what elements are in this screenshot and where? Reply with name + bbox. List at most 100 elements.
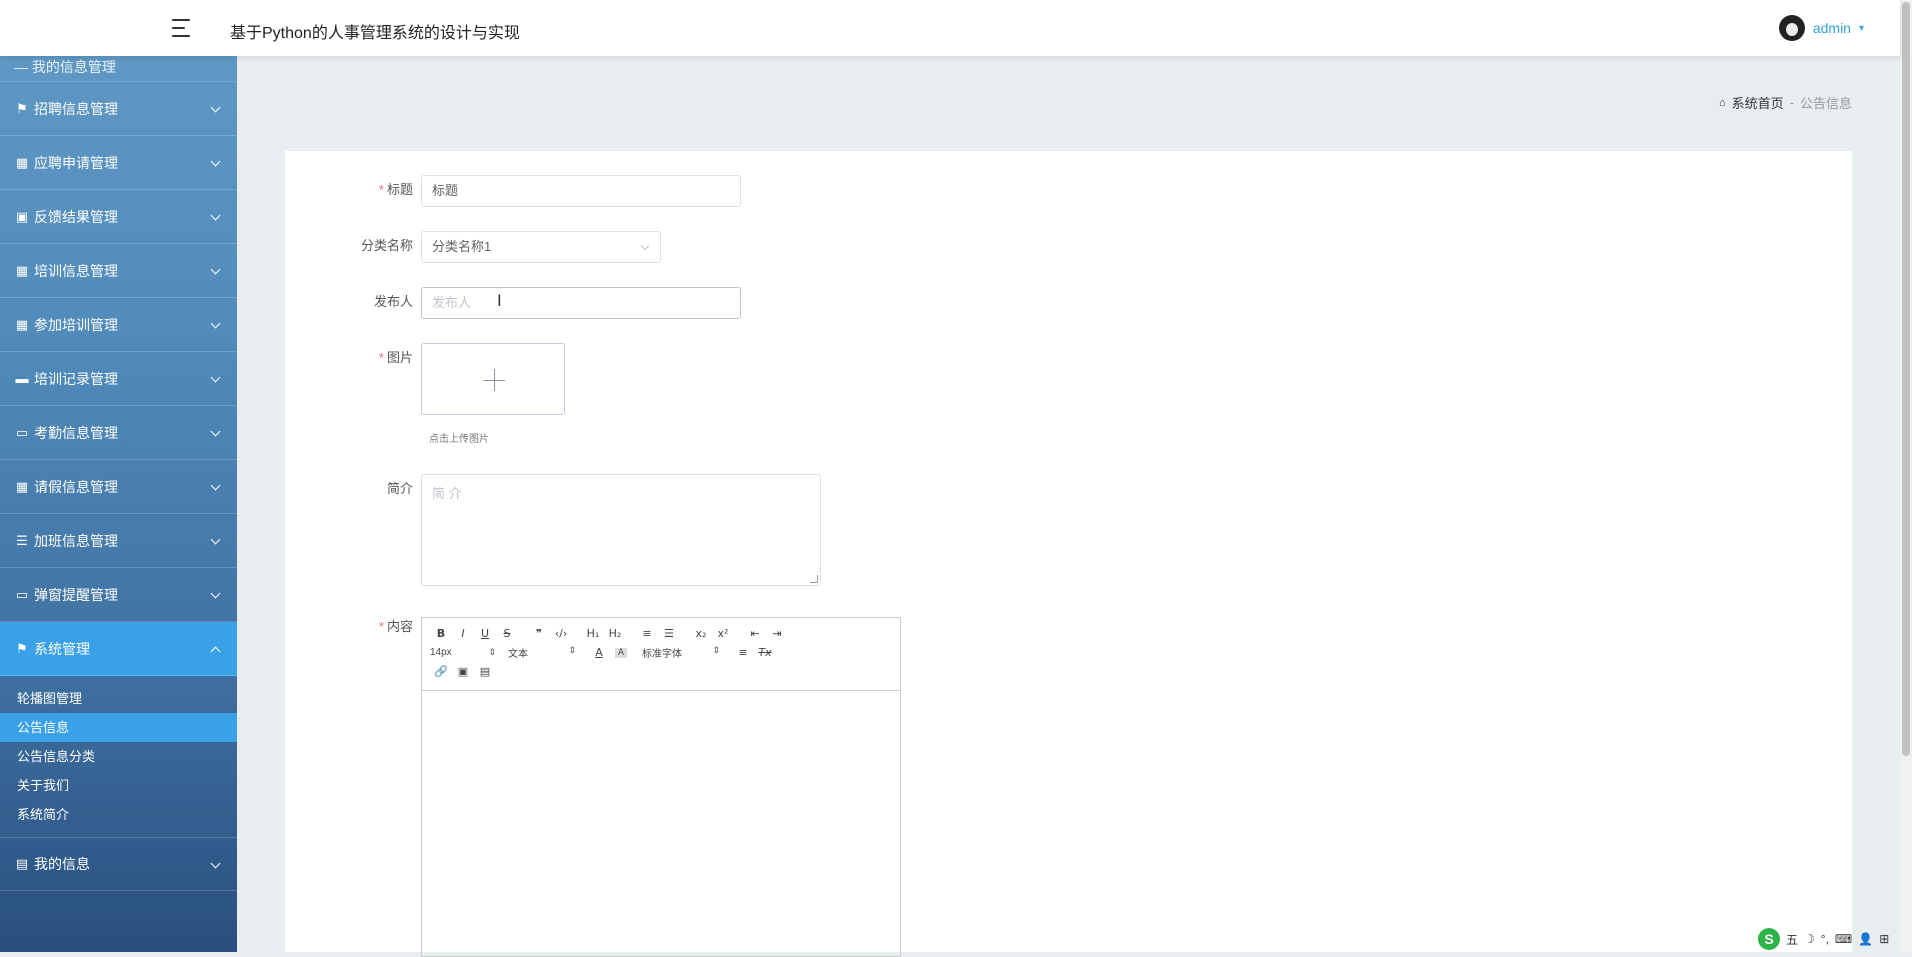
ime-mode[interactable]: 五	[1786, 931, 1798, 948]
person-icon[interactable]: 👤	[1858, 932, 1873, 946]
grid-icon[interactable]: ⊞	[1879, 932, 1889, 946]
link-button[interactable]: 🔗	[430, 665, 452, 678]
text-cursor-icon: I	[497, 291, 502, 310]
app-title: 基于Python的人事管理系统的设计与实现	[230, 19, 520, 43]
video-button[interactable]: ▤	[474, 665, 496, 678]
required-mark: *	[379, 350, 384, 365]
sidebar-item-9[interactable]: ▭弹窗提醒管理	[0, 568, 237, 622]
chevron-down-icon	[211, 427, 221, 437]
breadcrumb-separator: -	[1790, 95, 1794, 110]
grid-icon: ▦	[14, 317, 30, 333]
plus-icon-vertical	[494, 369, 495, 391]
h2-button[interactable]: H₂	[604, 627, 626, 640]
publisher-input[interactable]: 发布人	[421, 287, 741, 319]
sidebar-item-0[interactable]: ⚑招聘信息管理	[0, 82, 237, 136]
form-row-content: *内容 BIUS❞‹/›H₁H₂≡☰x₂x²⇤⇥ 14px 文本 A A 标准字…	[285, 617, 901, 957]
sidebar-subitem-notice-category[interactable]: 公告信息分类	[0, 742, 237, 771]
keyboard-icon[interactable]: ⌨	[1835, 932, 1852, 946]
moon-icon[interactable]: ☽	[1804, 932, 1815, 946]
intro-textarea[interactable]: 简 介	[421, 474, 821, 586]
image-label-text: 图片	[387, 350, 413, 365]
sidebar-subitem-notice[interactable]: 公告信息	[0, 713, 237, 742]
grid-icon: ▦	[14, 155, 30, 171]
sidebar-item-my-info[interactable]: ▤ 我的信息	[0, 837, 237, 891]
sidebar-item-label: 我的信息	[34, 854, 90, 874]
code-block-button[interactable]: ‹/›	[550, 627, 572, 640]
editor-content-area[interactable]	[422, 691, 900, 956]
superscript-button[interactable]: x²	[712, 627, 734, 640]
comment-icon: ▬	[14, 371, 30, 386]
sidebar-item-7[interactable]: ▦请假信息管理	[0, 460, 237, 514]
underline-button[interactable]: U	[474, 627, 496, 640]
sidebar-submenu: 轮播图管理 公告信息 公告信息分类 关于我们 系统简介	[0, 676, 237, 837]
chevron-down-icon	[211, 481, 221, 491]
chevron-down-icon	[211, 319, 221, 329]
sidebar-subitem-intro[interactable]: 系统简介	[0, 800, 237, 829]
sidebar-item-system[interactable]: ⚑ 系统管理	[0, 622, 237, 676]
punctuation-icon[interactable]: °,	[1821, 932, 1829, 946]
strike-button[interactable]: S	[496, 627, 518, 640]
sidebar-item-3[interactable]: ▦培训信息管理	[0, 244, 237, 298]
sidebar-item-5[interactable]: ▬培训记录管理	[0, 352, 237, 406]
ime-logo-icon[interactable]: S	[1758, 928, 1780, 950]
clean-format-button[interactable]: Tx	[754, 646, 776, 659]
menu-toggle-icon[interactable]	[170, 16, 194, 40]
sidebar-item-label: 请假信息管理	[34, 477, 118, 497]
resize-grip-icon[interactable]	[810, 575, 818, 583]
form-row-title: *标题 标题	[285, 175, 741, 207]
chevron-down-icon	[211, 535, 221, 545]
italic-button[interactable]: I	[452, 627, 474, 640]
form-row-intro: 简介 简 介	[285, 474, 821, 586]
text-color-button[interactable]: A	[588, 646, 610, 659]
sidebar-subitem-about[interactable]: 关于我们	[0, 771, 237, 800]
ordered-list-button[interactable]: ≡	[636, 627, 658, 640]
image-button[interactable]: ▣	[452, 665, 474, 678]
page-scrollbar[interactable]	[1900, 0, 1912, 952]
rich-text-editor: BIUS❞‹/›H₁H₂≡☰x₂x²⇤⇥ 14px 文本 A A 标准字体 ≡ …	[421, 617, 901, 957]
outdent-button[interactable]: ⇤	[744, 627, 766, 640]
user-name[interactable]: admin	[1813, 20, 1851, 36]
chevron-down-icon	[211, 103, 221, 113]
sidebar-item-label: 考勤信息管理	[34, 423, 118, 443]
header-select[interactable]: 文本	[508, 645, 576, 660]
title-label-text: 标题	[387, 182, 413, 197]
title-input[interactable]: 标题	[421, 175, 741, 207]
sidebar-subitem-carousel[interactable]: 轮播图管理	[0, 684, 237, 713]
sidebar-item-8[interactable]: ☰加班信息管理	[0, 514, 237, 568]
home-icon[interactable]: ⌂	[1719, 97, 1726, 109]
image-upload[interactable]	[421, 343, 565, 415]
user-menu[interactable]: admin ▾	[1779, 15, 1864, 41]
subscript-button[interactable]: x₂	[690, 627, 712, 640]
align-button[interactable]: ≡	[732, 646, 754, 659]
sidebar-item-cut[interactable]: — 我的信息管理	[0, 56, 237, 82]
category-select-value: 分类名称1	[432, 239, 491, 254]
h1-button[interactable]: H₁	[582, 627, 604, 640]
toolbar-row-selects: 14px 文本 A A 标准字体 ≡ Tx	[430, 643, 892, 662]
chevron-down-icon	[211, 211, 221, 221]
bullet-list-button[interactable]: ☰	[658, 627, 680, 640]
chevron-down-icon	[641, 242, 649, 250]
grid-icon: ▦	[14, 263, 30, 279]
content-label-text: 内容	[387, 619, 413, 634]
caret-down-icon[interactable]: ▾	[1859, 23, 1864, 34]
breadcrumb-current: 公告信息	[1800, 93, 1852, 112]
background-color-button[interactable]: A	[615, 648, 627, 658]
sidebar-item-6[interactable]: ▭考勤信息管理	[0, 406, 237, 460]
sidebar-item-4[interactable]: ▦参加培训管理	[0, 298, 237, 352]
intro-label: 简介	[285, 474, 421, 504]
sidebar-item-1[interactable]: ▦应聘申请管理	[0, 136, 237, 190]
breadcrumb-home[interactable]: 系统首页	[1732, 93, 1784, 112]
category-select[interactable]: 分类名称1	[421, 231, 661, 263]
blockquote-button[interactable]: ❞	[528, 627, 550, 640]
font-size-select[interactable]: 14px	[430, 647, 496, 658]
sidebar-item-label: 加班信息管理	[34, 531, 118, 551]
sidebar-item-2[interactable]: ▣反馈结果管理	[0, 190, 237, 244]
avatar[interactable]	[1779, 15, 1805, 41]
bold-button[interactable]: B	[430, 627, 452, 640]
form-row-image: *图片	[285, 343, 565, 415]
indent-button[interactable]: ⇥	[766, 627, 788, 640]
font-family-select[interactable]: 标准字体	[642, 645, 720, 660]
chevron-up-icon	[211, 647, 221, 657]
breadcrumb: ⌂ 系统首页 - 公告信息	[1719, 93, 1852, 112]
scrollbar-thumb[interactable]	[1902, 2, 1910, 756]
